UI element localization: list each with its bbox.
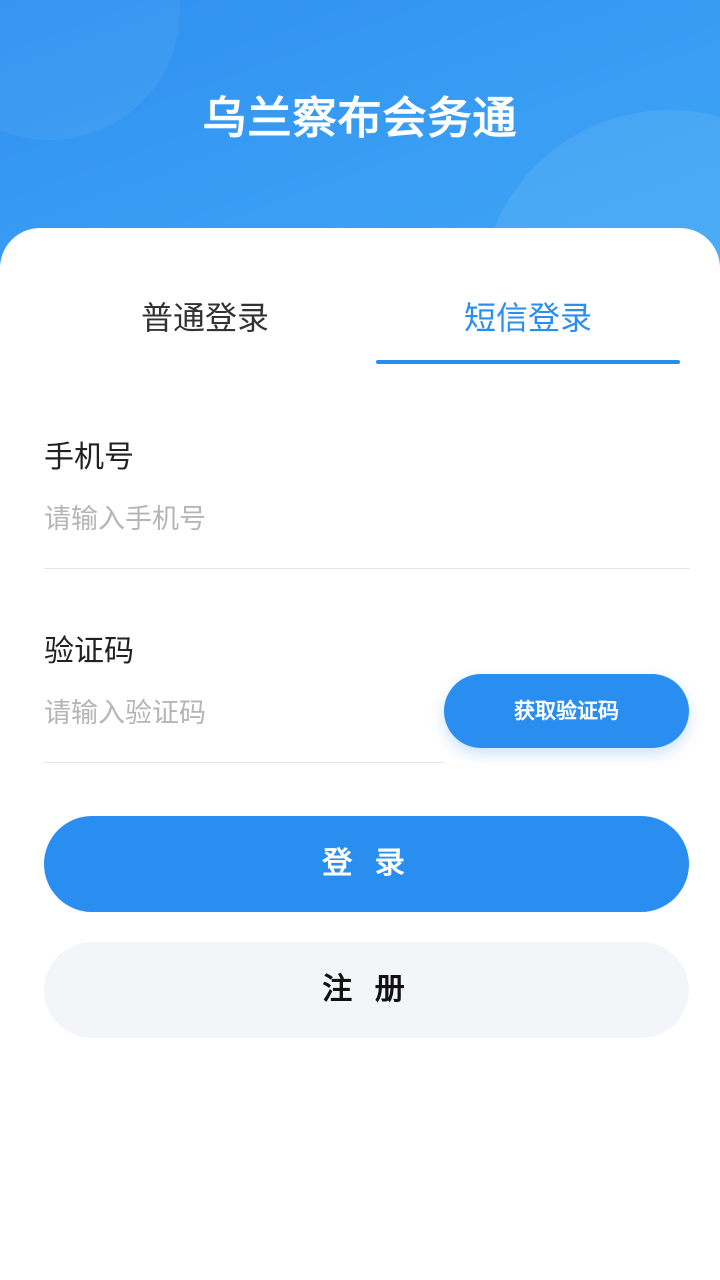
login-screen: 乌兰察布会务通 普通登录 短信登录 手机号 验证码 获取验证码 登 录 注 册 bbox=[0, 0, 720, 1280]
verification-code-input[interactable] bbox=[44, 688, 424, 738]
login-button[interactable]: 登 录 bbox=[44, 816, 689, 912]
code-label: 验证码 bbox=[44, 634, 134, 669]
login-tabs: 普通登录 短信登录 bbox=[0, 288, 720, 368]
active-tab-indicator bbox=[376, 360, 680, 364]
tab-sms-login[interactable]: 短信登录 bbox=[376, 288, 680, 368]
phone-divider bbox=[44, 568, 690, 569]
login-card: 普通登录 短信登录 手机号 验证码 获取验证码 登 录 注 册 bbox=[0, 228, 720, 1280]
phone-input[interactable] bbox=[44, 494, 644, 544]
phone-label: 手机号 bbox=[44, 440, 134, 475]
app-title: 乌兰察布会务通 bbox=[202, 93, 518, 144]
tab-label: 短信登录 bbox=[463, 299, 592, 337]
tab-password-login[interactable]: 普通登录 bbox=[55, 288, 355, 368]
get-code-button[interactable]: 获取验证码 bbox=[444, 674, 689, 748]
register-button[interactable]: 注 册 bbox=[44, 942, 689, 1038]
code-divider bbox=[44, 762, 444, 763]
tab-label: 普通登录 bbox=[140, 299, 269, 337]
